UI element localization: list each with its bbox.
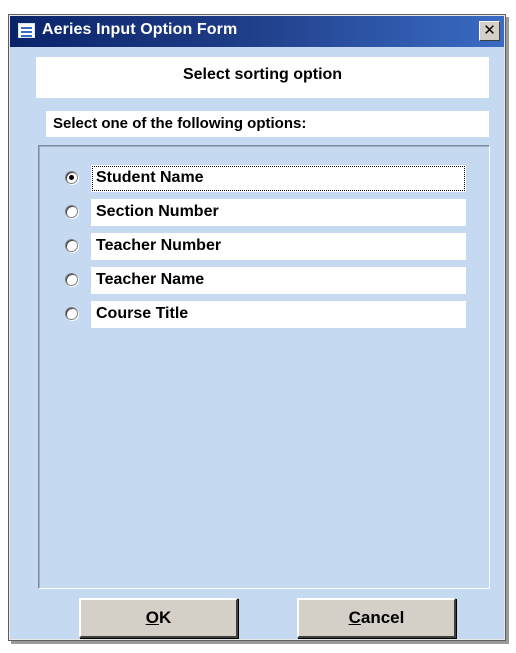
close-icon[interactable]: ✕ xyxy=(479,21,500,41)
radio-section-number[interactable] xyxy=(65,205,78,218)
ok-button[interactable]: OK xyxy=(79,598,238,638)
option-label: Course Title xyxy=(96,305,189,322)
option-teacher-number[interactable]: Teacher Number xyxy=(56,233,476,260)
radio-course-title[interactable] xyxy=(65,307,78,320)
radio-teacher-number[interactable] xyxy=(65,239,78,252)
option-label: Section Number xyxy=(96,203,219,220)
radio-teacher-name[interactable] xyxy=(65,273,78,286)
ok-accelerator: O xyxy=(145,608,159,627)
option-section-number[interactable]: Section Number xyxy=(56,199,476,226)
window-title: Aeries Input Option Form xyxy=(42,21,238,38)
header-title: Select sorting option xyxy=(182,66,343,83)
option-label: Teacher Number xyxy=(96,237,222,254)
aeries-input-option-window: Aeries Input Option Form ✕ Select sortin… xyxy=(8,14,506,641)
option-label-box[interactable]: Teacher Name xyxy=(91,267,466,294)
cancel-label: ancel xyxy=(360,608,405,627)
cancel-button[interactable]: Cancel xyxy=(297,598,456,638)
option-label: Student Name xyxy=(96,169,204,186)
header-panel: Select sorting option xyxy=(36,57,489,98)
title-bar[interactable]: Aeries Input Option Form ✕ xyxy=(10,16,504,47)
option-label-box[interactable]: Teacher Number xyxy=(91,233,466,260)
option-label-box[interactable]: Student Name xyxy=(91,165,466,192)
option-teacher-name[interactable]: Teacher Name xyxy=(56,267,476,294)
option-student-name[interactable]: Student Name xyxy=(56,165,476,192)
form-icon xyxy=(18,23,35,38)
cancel-accelerator: C xyxy=(348,608,361,627)
option-label-box[interactable]: Section Number xyxy=(91,199,466,226)
instruction-label: Select one of the following options: xyxy=(53,115,307,132)
option-course-title[interactable]: Course Title xyxy=(56,301,476,328)
instruction-panel: Select one of the following options: xyxy=(46,111,489,137)
option-label: Teacher Name xyxy=(96,271,205,288)
option-label-box[interactable]: Course Title xyxy=(91,301,466,328)
ok-label: K xyxy=(158,608,172,627)
radio-student-name[interactable] xyxy=(65,171,78,184)
